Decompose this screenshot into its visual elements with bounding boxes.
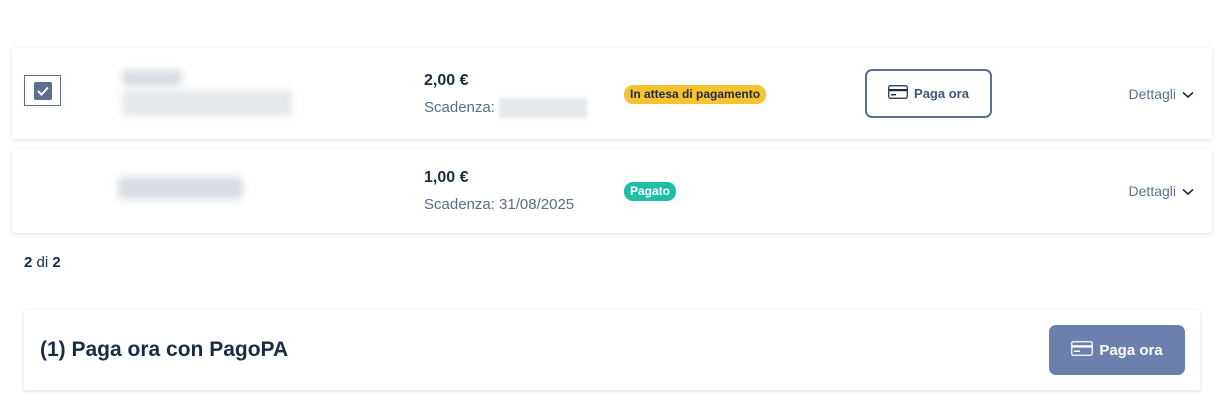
total-count: 2 [52, 254, 61, 271]
credit-card-icon [1071, 340, 1094, 360]
payment-row: 2,00 € Scadenza: In attesa di pagamento … [12, 48, 1212, 139]
amount: 1,00 € [424, 169, 469, 186]
chevron-down-icon [1182, 86, 1194, 102]
pay-summary-title: (1) Paga ora con PagoPA [40, 338, 289, 361]
details-label: Dettagli [1128, 183, 1176, 199]
shown-count: 2 [24, 254, 33, 271]
pay-now-primary-button[interactable]: Paga ora [1049, 325, 1185, 375]
blurred-description [122, 70, 182, 86]
pay-now-button[interactable]: Paga ora [865, 69, 992, 118]
pay-summary-bar: (1) Paga ora con PagoPA Paga ora [24, 310, 1200, 390]
blurred-description-line [122, 90, 292, 116]
due-label: Scadenza: [424, 98, 495, 116]
credit-card-icon [888, 85, 908, 102]
amount: 2,00 € [424, 72, 469, 89]
details-label: Dettagli [1128, 86, 1176, 102]
due-date: Scadenza: [424, 98, 587, 118]
details-toggle[interactable]: Dettagli [1129, 183, 1194, 199]
pay-now-label: Paga ora [914, 86, 969, 101]
pagination-count: 2 di 2 [24, 254, 61, 271]
pay-now-primary-label: Paga ora [1099, 341, 1163, 359]
row-checkbox[interactable] [24, 75, 61, 106]
details-toggle[interactable]: Dettagli [1129, 86, 1194, 102]
status-badge: Pagato [624, 182, 677, 201]
due-date: Scadenza: 31/08/2025 [424, 196, 575, 213]
payment-row: 1,00 € Scadenza: 31/08/2025 Pagato Detta… [12, 149, 1212, 233]
status-badge: In attesa di pagamento [624, 85, 767, 104]
pagination-separator: di [36, 254, 49, 271]
check-icon [33, 81, 52, 100]
blurred-description [118, 177, 243, 199]
blurred-due-date [498, 98, 587, 118]
chevron-down-icon [1182, 183, 1194, 199]
